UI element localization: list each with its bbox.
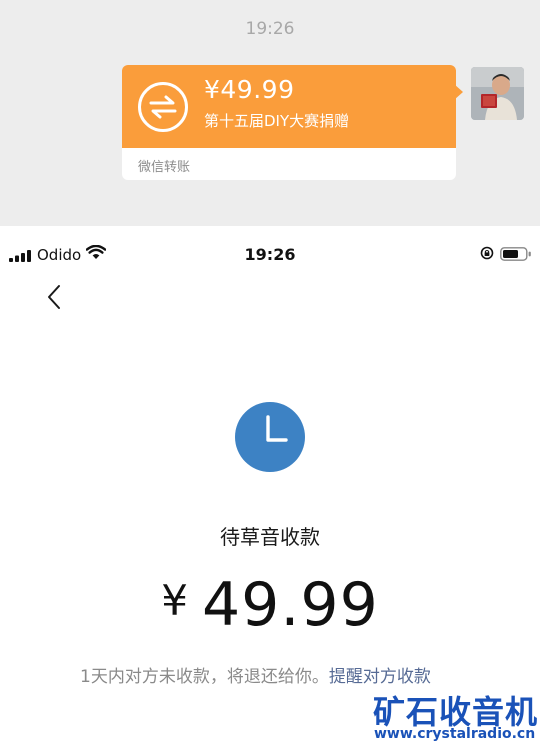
status-bar: Odido 19:26	[0, 226, 540, 284]
transfer-icon	[138, 82, 188, 132]
chat-panel: 19:26 ¥49.99 第十五届DIY大赛捐赠 微信转账	[0, 0, 540, 226]
remind-receiver-link[interactable]: 提醒对方收款	[329, 667, 431, 687]
transfer-amount-display: ¥49.99	[0, 570, 540, 640]
chevron-left-icon	[48, 285, 60, 309]
transfer-card-header: ¥49.99 第十五届DIY大赛捐赠	[122, 65, 456, 148]
status-time: 19:26	[244, 245, 296, 264]
rotation-lock-icon	[480, 246, 494, 260]
currency-symbol: ¥	[161, 576, 188, 625]
chat-timestamp: 19:26	[245, 19, 295, 39]
watermark-url: www.crystalradio.cn	[374, 726, 536, 742]
amount-value: 49.99	[201, 570, 379, 640]
bubble-tail	[454, 84, 463, 100]
user-avatar[interactable]	[471, 67, 524, 120]
battery-icon	[500, 247, 531, 261]
back-button[interactable]	[40, 282, 70, 312]
transfer-card[interactable]: ¥49.99 第十五届DIY大赛捐赠 微信转账	[122, 65, 456, 180]
transfer-type-label: 微信转账	[138, 160, 191, 175]
transfer-amount: ¥49.99	[204, 75, 295, 104]
transfer-description: 第十五届DIY大赛捐赠	[204, 112, 350, 130]
transfer-status-title: 待草音收款	[220, 525, 320, 549]
refund-notice: 1天内对方未收款，将退还给你。提醒对方收款	[80, 662, 431, 687]
refund-notice-text: 1天内对方未收款，将退还给你。	[80, 667, 329, 687]
clock-icon	[235, 402, 305, 472]
